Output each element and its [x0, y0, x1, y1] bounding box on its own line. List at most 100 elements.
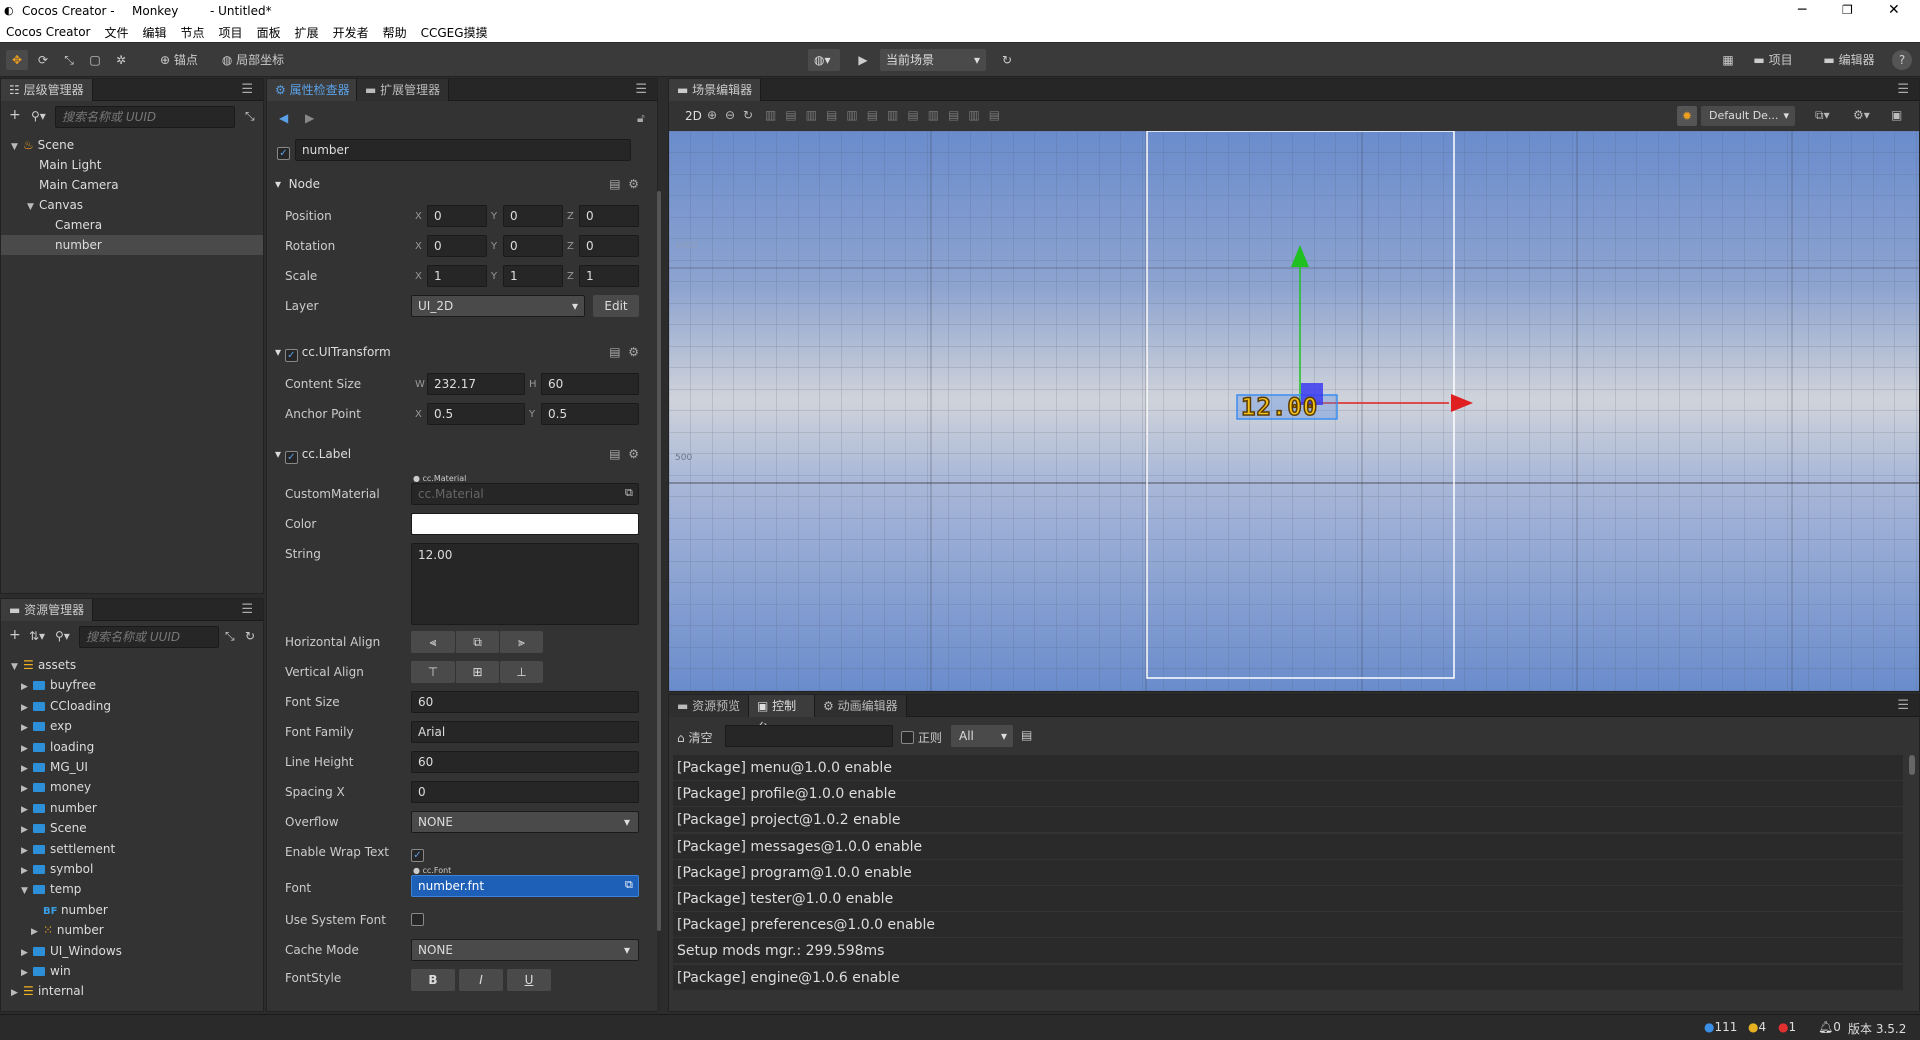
- console-menu-icon[interactable]: ☰: [1897, 698, 1909, 713]
- search-icon[interactable]: ⚲▾: [31, 109, 46, 123]
- asset-item[interactable]: ▶ UI_Windows: [1, 941, 263, 961]
- font-pick-icon[interactable]: ⧉: [625, 878, 633, 892]
- hierarchy-item[interactable]: Main Light: [1, 155, 263, 175]
- zoom-reset-icon[interactable]: ↻: [743, 108, 753, 122]
- h-align-center-button[interactable]: ⧉: [455, 631, 499, 653]
- transform-tool-icon[interactable]: ✲: [110, 50, 132, 70]
- tab-scene-editor[interactable]: ▬ 场景编辑器: [669, 79, 761, 101]
- asset-item[interactable]: ▶ MG_UI: [1, 757, 263, 777]
- scale-x-input[interactable]: 1: [427, 265, 487, 287]
- zoom-out-icon[interactable]: ⊖: [725, 108, 735, 122]
- tree-toggle-icon[interactable]: ▼: [11, 657, 23, 677]
- scale-z-input[interactable]: 1: [579, 265, 639, 287]
- rect-tool-icon[interactable]: ▢: [84, 50, 106, 70]
- align-tools-icon[interactable]: ▥▤▥▤▥▤▥▤▥▤▥▤: [765, 108, 1009, 122]
- console-log-row[interactable]: [Package] profile@1.0.0 enable: [673, 781, 1903, 808]
- color-swatch[interactable]: [411, 513, 639, 535]
- asset-item[interactable]: ▶ CCloading: [1, 696, 263, 716]
- node-name-field[interactable]: number: [295, 139, 631, 161]
- clear-button[interactable]: ⌂ 清空: [677, 729, 712, 746]
- 2d-toggle[interactable]: 2D: [685, 109, 702, 123]
- rotation-y-input[interactable]: 0: [503, 235, 563, 257]
- node-section-header[interactable]: ▾ Node: [275, 177, 320, 191]
- font-size-input[interactable]: 60: [411, 691, 639, 713]
- help-icon[interactable]: ?: [1892, 50, 1912, 70]
- minimize-icon[interactable]: ─: [1798, 2, 1806, 18]
- asset-item[interactable]: ▶ buyfree: [1, 675, 263, 695]
- pivot-button[interactable]: ⊕ 锚点: [154, 50, 204, 70]
- collapse-icon[interactable]: ⤡: [245, 109, 255, 124]
- asset-item[interactable]: ▶ exp: [1, 716, 263, 736]
- assets-menu-icon[interactable]: ☰: [241, 602, 253, 617]
- console-log-row[interactable]: [Package] tester@1.0.0 enable: [673, 886, 1903, 912]
- local-coord-button[interactable]: ◍ 局部坐标: [218, 50, 288, 70]
- tab-animation-editor[interactable]: ⚙ 动画编辑器: [815, 695, 907, 717]
- asset-item[interactable]: ▼ ☰ assets: [1, 655, 263, 675]
- console-log-row[interactable]: [Package] engine@1.0.6 enable: [673, 964, 1903, 991]
- console-log-row[interactable]: Setup mods mgr.: 299.598ms: [673, 938, 1903, 965]
- tree-toggle-icon[interactable]: ▼: [27, 197, 39, 217]
- tree-toggle-icon[interactable]: ▶: [31, 922, 43, 942]
- asset-item[interactable]: ▶ money: [1, 777, 263, 797]
- hierarchy-item[interactable]: ▼ ♨ Scene: [1, 135, 263, 155]
- scene-select[interactable]: 当前场景 ▾: [880, 49, 986, 71]
- refresh-icon[interactable]: ↻: [996, 50, 1018, 70]
- menu-extension[interactable]: 扩展: [295, 24, 319, 41]
- qr-code-icon[interactable]: ▦: [1718, 50, 1738, 70]
- tab-extension-manager[interactable]: ▬ 扩展管理器: [357, 79, 449, 101]
- tab-hierarchy[interactable]: ☷ 层级管理器: [1, 79, 93, 101]
- tree-toggle-icon[interactable]: ▶: [11, 983, 23, 1003]
- console-log-row[interactable]: [Package] project@1.0.2 enable: [673, 807, 1903, 834]
- layer-select[interactable]: UI_2D ▾: [411, 295, 585, 317]
- v-align-center-button[interactable]: ⊞: [455, 661, 499, 683]
- tree-toggle-icon[interactable]: ▶: [21, 820, 33, 840]
- position-x-input[interactable]: 0: [427, 205, 487, 227]
- menu-cocos[interactable]: Cocos Creator: [6, 25, 91, 39]
- h-align-left-button[interactable]: ⫷: [411, 631, 455, 653]
- content-width-input[interactable]: 232.17: [427, 373, 525, 395]
- regex-checkbox[interactable]: 正则: [901, 729, 942, 746]
- console-filter-input[interactable]: [725, 725, 893, 747]
- project-button[interactable]: ▬ 项目: [1748, 50, 1798, 70]
- asset-item[interactable]: ▶ ☰ internal: [1, 981, 263, 1001]
- assets-add-icon[interactable]: +: [9, 627, 21, 643]
- menu-help[interactable]: 帮助: [383, 24, 407, 41]
- tree-toggle-icon[interactable]: ▶: [21, 677, 33, 697]
- zoom-in-icon[interactable]: ⊕: [707, 108, 717, 122]
- tree-toggle-icon[interactable]: ▶: [21, 841, 33, 861]
- uitransform-enabled-checkbox[interactable]: ✓: [284, 349, 298, 362]
- underline-button[interactable]: U: [507, 969, 551, 991]
- hierarchy-item[interactable]: ▼ Canvas: [1, 195, 263, 215]
- back-icon[interactable]: ◀: [279, 111, 288, 125]
- editor-button[interactable]: ▬ 编辑器: [1818, 50, 1880, 70]
- menu-edit[interactable]: 编辑: [143, 24, 167, 41]
- tree-toggle-icon[interactable]: ▼: [21, 881, 33, 901]
- hierarchy-search-input[interactable]: 搜索名称或 UUID: [55, 106, 235, 128]
- preview-platform-select[interactable]: ◍▾: [808, 49, 840, 71]
- restore-icon[interactable]: ❐: [1842, 3, 1853, 17]
- error-count[interactable]: ●1: [1778, 1020, 1796, 1034]
- tree-toggle-icon[interactable]: ▶: [21, 698, 33, 718]
- v-align-top-button[interactable]: ⊤: [411, 661, 455, 683]
- anchor-x-input[interactable]: 0.5: [427, 403, 525, 425]
- hierarchy-item[interactable]: Camera: [1, 215, 263, 235]
- asset-item[interactable]: ▶ win: [1, 961, 263, 981]
- scene-settings-icon[interactable]: ⚙▾: [1853, 108, 1870, 122]
- asset-item[interactable]: ▶ number: [1, 798, 263, 818]
- tree-toggle-icon[interactable]: ▼: [11, 137, 23, 157]
- tab-asset-preview[interactable]: ▬ 资源预览: [669, 695, 749, 717]
- menu-project[interactable]: 项目: [219, 24, 243, 41]
- font-family-input[interactable]: Arial: [411, 721, 639, 743]
- node-section-icons[interactable]: ▤ ⚙: [609, 177, 639, 191]
- play-icon[interactable]: ▶: [852, 50, 874, 70]
- rotation-x-input[interactable]: 0: [427, 235, 487, 257]
- lighting-toggle-icon[interactable]: ✹: [1677, 106, 1697, 126]
- scale-tool-icon[interactable]: ⤡: [58, 50, 80, 70]
- asset-item[interactable]: BF number: [1, 900, 263, 920]
- open-log-file-icon[interactable]: ▤: [1021, 728, 1032, 742]
- v-align-bottom-button[interactable]: ⊥: [499, 661, 543, 683]
- warning-count[interactable]: ●4: [1748, 1020, 1766, 1034]
- menu-ccgeg[interactable]: CCGEG摸摸: [421, 24, 488, 41]
- assets-refresh-icon[interactable]: ↻: [245, 629, 255, 643]
- console-scrollbar[interactable]: [1909, 755, 1915, 775]
